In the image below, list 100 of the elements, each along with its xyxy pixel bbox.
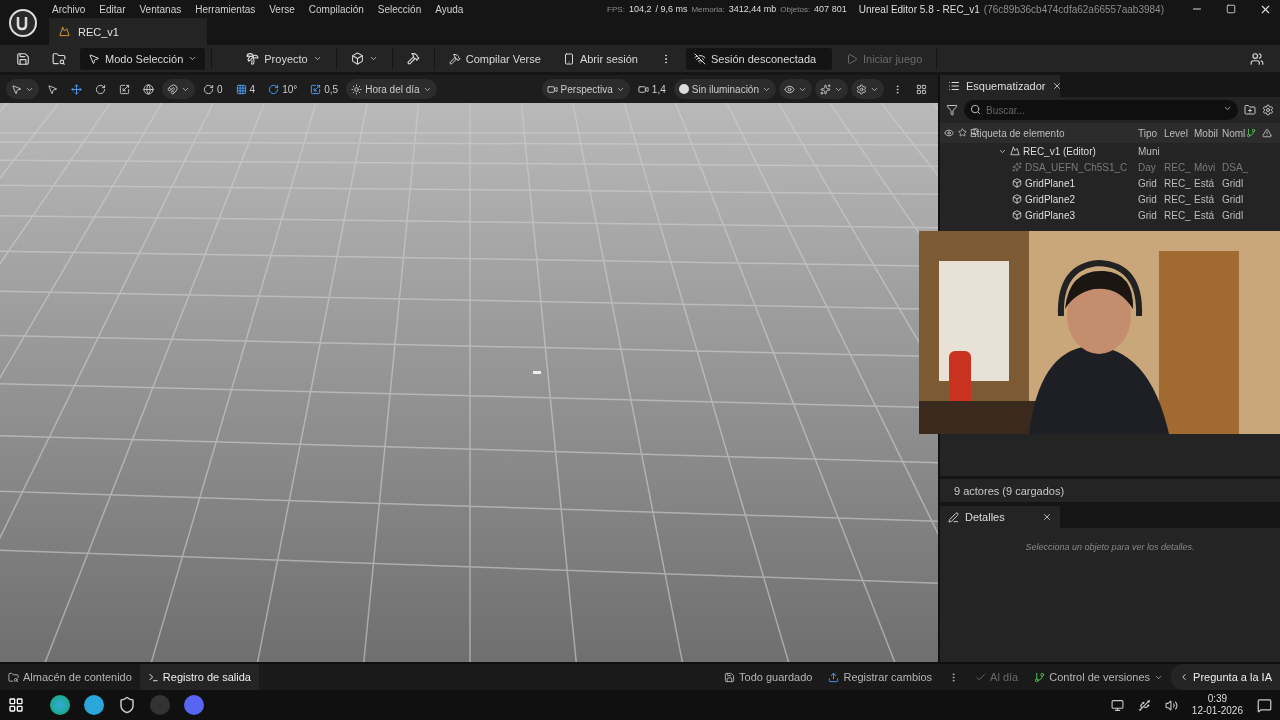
window-title: Unreal Editor 5.8 - REC_v1 bbox=[858, 3, 980, 15]
level-cell-text: REC_ bbox=[1164, 161, 1192, 173]
star-icon bbox=[958, 128, 967, 138]
grid-snap-button[interactable]: 4 bbox=[230, 79, 261, 99]
bottom-tab[interactable]: Registro de salida bbox=[139, 664, 259, 690]
cube-icon bbox=[1012, 178, 1022, 188]
compile-button[interactable]: Compilar Verse bbox=[440, 47, 549, 70]
session-button[interactable]: Sesión desconectada bbox=[686, 47, 832, 70]
document-tab[interactable]: REC_v1 bbox=[49, 18, 207, 45]
users-icon bbox=[1250, 51, 1264, 66]
caret-icon bbox=[1223, 104, 1232, 113]
panel-tab[interactable]: Esquematizador bbox=[940, 75, 1060, 97]
shield-icon[interactable] bbox=[118, 696, 136, 714]
settings-button[interactable] bbox=[851, 79, 884, 99]
menu-item[interactable]: Ayuda bbox=[428, 3, 471, 15]
folder-icon[interactable] bbox=[1244, 104, 1256, 116]
search-field[interactable]: Buscar... bbox=[964, 100, 1238, 120]
outliner-item[interactable]: DSA_UEFN_Ch5S1_C bbox=[970, 161, 1138, 173]
panel-tab[interactable]: Detalles bbox=[940, 506, 1060, 528]
mode-dropdown[interactable]: Modo Selección bbox=[80, 47, 206, 70]
type-cell-text: Muni bbox=[1138, 145, 1161, 157]
menu-item[interactable]: Herramientas bbox=[188, 3, 263, 15]
check-icon bbox=[975, 671, 987, 683]
folder-icon bbox=[8, 671, 19, 683]
close-tab-button[interactable] bbox=[1051, 81, 1062, 91]
objects-label: Objetos: bbox=[780, 4, 811, 14]
menu-item[interactable]: Verse bbox=[262, 3, 302, 15]
effects-button[interactable] bbox=[815, 79, 848, 99]
start-icon[interactable] bbox=[8, 697, 24, 713]
monitor-icon[interactable] bbox=[1110, 698, 1124, 712]
ai-button[interactable]: Pregunta a la IA bbox=[1171, 664, 1280, 690]
scale-icon bbox=[119, 83, 130, 95]
memory-value: 3412,44 mb bbox=[728, 4, 777, 14]
cursor-icon bbox=[47, 83, 58, 95]
usb-icon[interactable] bbox=[1137, 698, 1151, 712]
frame-time: / 9,6 ms bbox=[655, 4, 688, 14]
menu-item[interactable]: Selección bbox=[370, 3, 429, 15]
perspective-button[interactable]: Perspectiva bbox=[541, 79, 630, 99]
caret-icon bbox=[188, 54, 198, 63]
branch-icon bbox=[1034, 671, 1046, 683]
outliner-item[interactable]: GridPlane3 bbox=[970, 209, 1138, 221]
name-cell-text: Gridl bbox=[1222, 209, 1245, 221]
hammer-icon bbox=[448, 52, 461, 65]
memory-label: Memoria: bbox=[691, 4, 725, 14]
camera-icon bbox=[546, 83, 558, 95]
column-header[interactable]: Noml bbox=[1222, 127, 1246, 139]
cursor-icon bbox=[88, 52, 100, 65]
name-cell-text: Gridl bbox=[1222, 177, 1245, 189]
menu-item[interactable]: Editar bbox=[92, 3, 133, 15]
play-icon bbox=[846, 52, 858, 65]
column-header[interactable]: Etiqueta de elemento bbox=[970, 127, 1138, 139]
chat-app-icon[interactable] bbox=[184, 695, 204, 715]
type-cell-text: Grid bbox=[1138, 209, 1158, 221]
panel-title: Detalles bbox=[965, 511, 1005, 523]
settings-icon bbox=[856, 83, 867, 95]
notification-icon[interactable] bbox=[1257, 697, 1272, 713]
type-cell-text: Grid bbox=[1138, 193, 1158, 205]
close-tab-button[interactable] bbox=[1042, 512, 1052, 522]
cube-icon bbox=[350, 52, 364, 65]
snap-button[interactable] bbox=[162, 79, 195, 99]
browser-icon[interactable] bbox=[50, 695, 70, 715]
filter-icon[interactable] bbox=[946, 104, 958, 116]
outliner-item[interactable]: GridPlane1 bbox=[970, 177, 1138, 189]
name-cell: DSA_ bbox=[1222, 161, 1246, 173]
column-header[interactable]: Level bbox=[1164, 127, 1194, 139]
search-icon bbox=[970, 104, 981, 115]
document-title: REC_v1 bbox=[78, 25, 119, 38]
angle-snap-button[interactable]: 10° bbox=[263, 79, 303, 99]
outliner-item[interactable]: GridPlane2 bbox=[970, 193, 1138, 205]
rotate-snap-button[interactable]: 0 bbox=[198, 79, 228, 99]
time-of-day-button[interactable]: Hora del día bbox=[346, 79, 437, 99]
save-icon bbox=[724, 671, 736, 683]
terminal-icon bbox=[147, 671, 159, 683]
project-dropdown[interactable]: Proyecto bbox=[238, 47, 330, 70]
settings-icon[interactable] bbox=[1262, 104, 1274, 116]
fps-value: 104,2 bbox=[628, 4, 652, 14]
layout-icon bbox=[916, 83, 927, 95]
pencil-icon bbox=[948, 511, 959, 523]
mobility-cell-text: Está bbox=[1194, 209, 1215, 221]
save-icon bbox=[16, 51, 30, 66]
mobility-cell-text: Está bbox=[1194, 193, 1215, 205]
outliner-item[interactable]: REC_v1 (Editor) bbox=[970, 145, 1138, 157]
column-header[interactable]: Mobil bbox=[1194, 127, 1222, 139]
column-header[interactable]: Tipo bbox=[1138, 127, 1164, 139]
level-cell-text: REC_ bbox=[1164, 193, 1192, 205]
project-id: (76c89b36cb474cdfa62a66557aab3984) bbox=[983, 3, 1164, 15]
scale-snap-button[interactable]: 0,5 bbox=[305, 79, 344, 99]
volume-icon[interactable] bbox=[1164, 698, 1178, 712]
select-mode-button[interactable] bbox=[6, 79, 39, 99]
login-button[interactable]: Abrir sesión bbox=[554, 47, 646, 70]
menu-item[interactable]: Archivo bbox=[45, 3, 93, 15]
camera-speed-button[interactable]: 1,4 bbox=[632, 79, 671, 99]
caret-icon bbox=[368, 54, 378, 63]
menu-item[interactable]: Ventanas bbox=[132, 3, 189, 15]
show-button[interactable] bbox=[779, 79, 812, 99]
level-cell-text: REC_ bbox=[1164, 209, 1192, 221]
fps-label: FPS: bbox=[607, 4, 625, 14]
editor-app-icon[interactable] bbox=[84, 695, 104, 715]
menu-item[interactable]: Compilación bbox=[301, 3, 371, 15]
lighting-button[interactable]: Sin iluminación bbox=[673, 79, 776, 99]
